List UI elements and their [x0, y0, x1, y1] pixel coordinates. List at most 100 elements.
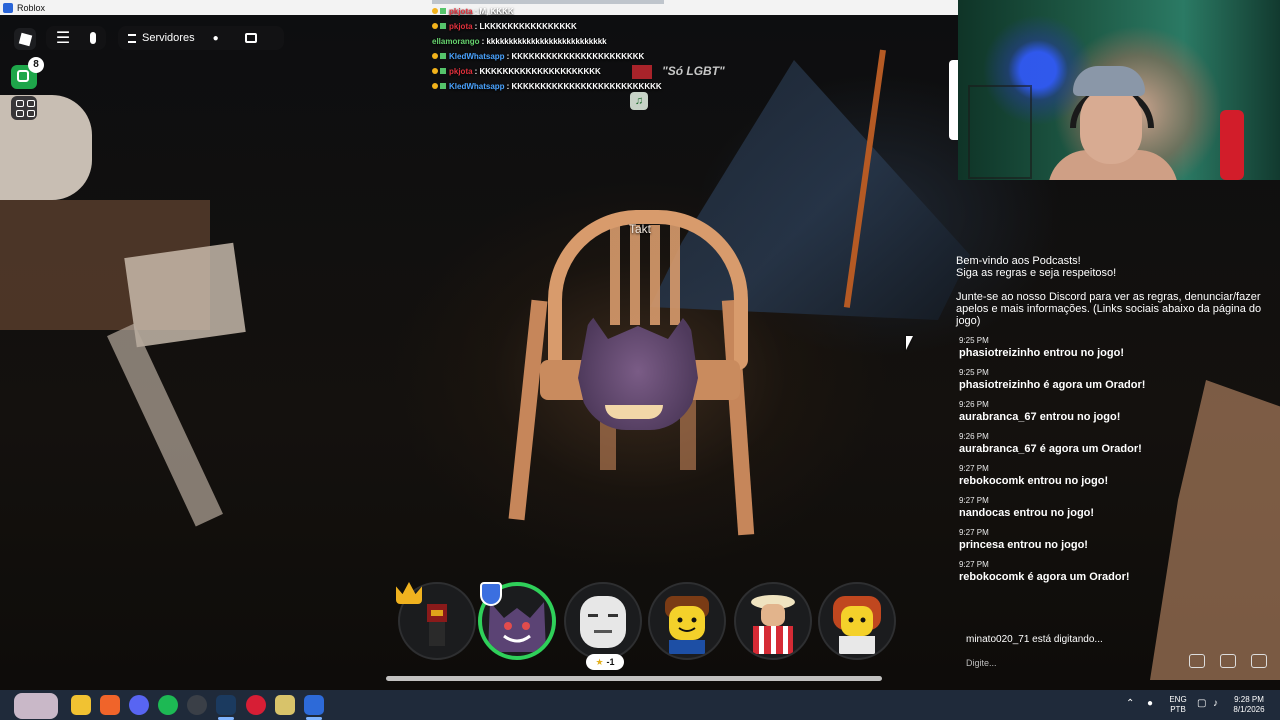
red-app-icon[interactable] [246, 695, 266, 715]
stream-chat-row: pkjota: M, KKKK [432, 4, 664, 19]
chat-message: 9:27 PM nandocas entrou no jogo! [956, 496, 1276, 519]
shield-icon [480, 582, 502, 606]
clock-time: 9:28 PM [1234, 695, 1264, 704]
typing-indicator: minato020_71 está digitando... [966, 634, 1103, 645]
volume-icon[interactable]: ♪ [1213, 698, 1218, 709]
chat-timestamp: 9:27 PM [959, 464, 989, 473]
star-icon: ★ [595, 657, 604, 667]
welcome-line: Siga as regras e seja respeitoso! [956, 267, 1117, 279]
chat-timestamp: 9:26 PM [959, 432, 989, 441]
keyboard-layout: PTB [1170, 705, 1186, 714]
discord-icon[interactable] [129, 695, 149, 715]
chat-message: 9:25 PM phasiotreizinho é agora um Orador… [956, 368, 1276, 391]
person-add-icon[interactable] [1250, 654, 1267, 668]
clock[interactable]: 9:28 PM 8/1/2026 [1226, 695, 1272, 715]
app-icon[interactable] [275, 695, 295, 715]
chat-message-text: phasiotreizinho entrou no jogo! [959, 347, 1124, 359]
roblox-taskbar-icon[interactable] [304, 695, 324, 715]
chat-toggle-icon[interactable] [244, 33, 257, 43]
badge-icon [440, 68, 446, 74]
welcome-message: Bem-vindo aos Podcasts! Siga as regras e… [956, 255, 1276, 327]
brave-browser-icon[interactable] [100, 695, 120, 715]
streamer-cap [1073, 66, 1145, 96]
stream-chat-row: ellamorango: kkkkkkkkkkkkkkkkkkkkkkkkkkk [432, 34, 664, 49]
chat-message-text: phasiotreizinho é agora um Orador! [959, 379, 1146, 391]
user-avatar-widget[interactable] [14, 693, 58, 719]
stream-chat: pkjota: M, KKKK pkjota: LKKKKKKKKKKKKKKKK… [432, 4, 664, 94]
streamer-face [1080, 88, 1142, 164]
steam-icon[interactable] [216, 695, 236, 715]
speaker-avatar[interactable] [734, 582, 812, 660]
chat-message: 9:25 PM phasiotreizinho entrou no jogo! [956, 336, 1276, 359]
friends-icon[interactable]: ● [213, 33, 223, 44]
chevron-up-icon[interactable]: ⌃ [1126, 698, 1134, 709]
star-badge-value: -1 [606, 657, 615, 667]
stream-chat-text: kkkkkkkkkkkkkkkkkkkkkkkkkkk [486, 37, 607, 46]
stream-chat-text: M, KKKK [479, 7, 514, 16]
chat-message-text: aurabranca_67 entrou no jogo! [959, 411, 1121, 423]
chat-message-text: rebokocomk entrou no jogo! [959, 475, 1109, 487]
app-icon[interactable] [187, 695, 207, 715]
servers-icon [128, 33, 136, 43]
chat-timestamp: 9:27 PM [959, 496, 989, 505]
crown-icon [396, 582, 422, 604]
stream-chat-user: KledWhatsapp [449, 52, 505, 61]
roblox-logo-button[interactable] [14, 28, 36, 50]
chat-message-text: aurabranca_67 é agora um Orador! [959, 443, 1142, 455]
chat-message-text: nandocas entrou no jogo! [959, 507, 1095, 519]
servers-label: Servidores [142, 32, 195, 44]
badge-icon [440, 8, 446, 14]
chat-input[interactable]: Digite... [960, 650, 1178, 676]
speaker-avatar[interactable] [818, 582, 896, 660]
image-icon[interactable] [1189, 654, 1206, 668]
chat-tools [1182, 654, 1274, 674]
window-title: Roblox [17, 2, 46, 13]
rocket-icon[interactable] [1219, 654, 1236, 668]
spotify-icon[interactable] [158, 695, 178, 715]
network-icon[interactable]: ▢ [1197, 698, 1206, 709]
apps-grid-button[interactable] [11, 96, 37, 120]
welcome-line: Bem-vindo aos Podcasts! [956, 255, 1081, 267]
servers-button[interactable]: Servidores [128, 32, 195, 44]
chat-message-list: 9:25 PM phasiotreizinho entrou no jogo! 9:… [956, 336, 1276, 583]
badge-icon [432, 23, 438, 29]
star-badge: ★ -1 [586, 654, 624, 670]
badge-icon [440, 23, 446, 29]
microphone-icon[interactable] [90, 32, 97, 44]
speaker-bar: ★ -1 [394, 582, 896, 672]
chat-message: 9:27 PM rebokocomk é agora um Orador! [956, 560, 1276, 583]
stream-chat-row: pkjota: LKKKKKKKKKKKKKKKK [432, 19, 664, 34]
language-indicator[interactable]: ENG PTB [1166, 695, 1190, 715]
stream-chat-row: pkjota: KKKKKKKKKKKKKKKKKKKKK [432, 64, 664, 79]
game-chat: Bem-vindo aos Podcasts! Siga as regras e… [956, 255, 1276, 583]
stream-chat-user: ellamorango [432, 37, 480, 46]
clock-date: 8/1/2026 [1233, 705, 1265, 714]
chat-timestamp: 9:27 PM [959, 528, 989, 537]
hamburger-icon[interactable]: ☰ [56, 28, 70, 48]
speaker-avatar[interactable] [564, 582, 642, 660]
stream-chat-user: KledWhatsapp [449, 82, 505, 91]
roblox-toolbar: Servidores ● [118, 26, 284, 50]
shelf [968, 85, 1032, 179]
chat-message: 9:26 PM aurabranca_67 entrou no jogo! [956, 400, 1276, 423]
badge-icon [432, 53, 438, 59]
notification-badge: 8 [28, 57, 44, 73]
red-lamp [1220, 110, 1244, 180]
speaker-avatar[interactable] [648, 582, 726, 660]
side-panel-tab[interactable] [949, 60, 958, 140]
stream-chat-text: KKKKKKKKKKKKKKKKKKKKKKK [511, 52, 645, 61]
stream-chat-text: KKKKKKKKKKKKKKKKKKKKK [479, 67, 601, 76]
speakers-scrollbar[interactable] [386, 676, 882, 681]
roblox-menu-bar: ☰ [46, 26, 106, 50]
chair-slats [610, 225, 690, 325]
stream-chat-row: KledWhatsapp: KKKKKKKKKKKKKKKKKKKKKKK [432, 49, 664, 64]
badge-icon [432, 83, 438, 89]
stream-chat-user: pkjota [449, 7, 473, 16]
stream-chat-row: KledWhatsapp: KKKKKKKKKKKKKKKKKKKKKKKKKK [432, 79, 664, 94]
chat-message: 9:27 PM princesa entrou no jogo! [956, 528, 1276, 551]
chat-message: 9:26 PM aurabranca_67 é agora um Orador! [956, 432, 1276, 455]
stream-chat-user: pkjota [449, 22, 473, 31]
file-explorer-icon[interactable] [71, 695, 91, 715]
microphone-tray-icon[interactable]: ● [1147, 698, 1153, 709]
roblox-app-icon [3, 2, 13, 13]
